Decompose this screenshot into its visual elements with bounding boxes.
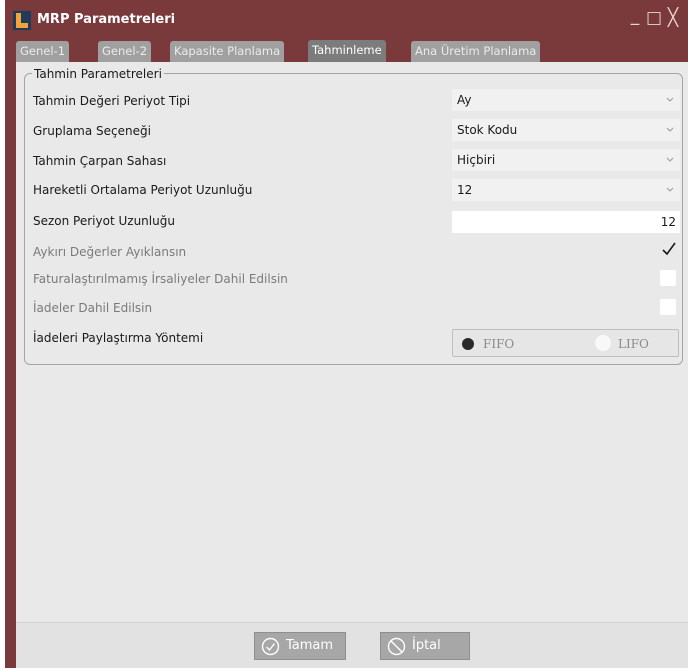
fifo-radio[interactable] (462, 338, 474, 350)
multiplier-label: Tahmin Çarpan Sahası (33, 154, 167, 168)
returns-label: İadeler Dahil Edilsin (33, 301, 153, 315)
mrp-parameters-window: MRP Parametreleri _ □ ╳ Genel-1 Genel-2 … (5, 0, 688, 668)
group-title: Tahmin Parametreleri (32, 67, 164, 81)
outliers-label: Aykırı Değerler Ayıklansın (33, 245, 187, 259)
grouping-value: Stok Kodu (457, 123, 518, 137)
check-circle-icon (261, 637, 280, 656)
close-button[interactable]: ╳ (664, 8, 682, 28)
cancel-label: İptal (412, 638, 441, 653)
checkmark-icon[interactable] (660, 240, 678, 258)
period-type-label: Tahmin Değeri Periyot Tipi (33, 94, 191, 108)
chevron-down-icon (666, 97, 674, 102)
tab-ana-uretim-planlama[interactable]: Ana Üretim Planlama (411, 41, 541, 62)
multiplier-value: Hiçbiri (457, 153, 496, 167)
logo-icon (13, 11, 31, 30)
maximize-button[interactable]: □ (645, 8, 663, 28)
multiplier-dropdown[interactable]: Hiçbiri (452, 149, 680, 171)
dialog-footer: Tamam İptal (16, 622, 688, 668)
title-bar: MRP Parametreleri _ □ ╳ (5, 0, 688, 40)
tab-genel-1[interactable]: Genel-1 (16, 41, 70, 62)
season-input[interactable]: 12 (452, 211, 680, 233)
prohibited-icon (387, 637, 406, 656)
period-type-value: Ay (457, 93, 472, 107)
lifo-label: LIFO (618, 337, 649, 351)
tab-tahminleme[interactable]: Tahminleme (308, 40, 386, 62)
ok-label: Tamam (286, 638, 334, 653)
chevron-down-icon (666, 187, 674, 192)
grouping-dropdown[interactable]: Stok Kodu (452, 119, 680, 141)
window-title: MRP Parametreleri (37, 12, 176, 27)
lifo-radio[interactable] (595, 335, 611, 351)
chevron-down-icon (666, 157, 674, 162)
return-method-radio-group: FIFO LIFO (452, 329, 679, 357)
tab-kapasite-planlama[interactable]: Kapasite Planlama (170, 41, 285, 62)
grouping-label: Gruplama Seçeneği (33, 124, 151, 138)
uninvoiced-label: Faturalaştırılmamış İrsaliyeler Dahil Ed… (33, 272, 288, 286)
season-label: Sezon Periyot Uzunluğu (33, 214, 175, 228)
moving-average-value: 12 (457, 183, 473, 197)
moving-average-label: Hareketli Ortalama Periyot Uzunluğu (33, 183, 253, 197)
uninvoiced-checkbox[interactable] (660, 270, 676, 286)
tab-content: Tahmin Parametreleri Tahmin Değeri Periy… (16, 62, 688, 622)
returns-checkbox[interactable] (660, 299, 676, 315)
ok-button[interactable]: Tamam (254, 632, 346, 660)
moving-average-dropdown[interactable]: 12 (452, 179, 680, 201)
return-method-label: İadeleri Paylaştırma Yöntemi (33, 331, 204, 345)
minimize-button[interactable]: _ (626, 6, 644, 26)
tab-genel-2[interactable]: Genel-2 (98, 41, 152, 62)
cancel-button[interactable]: İptal (380, 632, 470, 660)
period-type-dropdown[interactable]: Ay (452, 89, 680, 111)
fifo-label: FIFO (483, 337, 515, 351)
chevron-down-icon (666, 127, 674, 132)
